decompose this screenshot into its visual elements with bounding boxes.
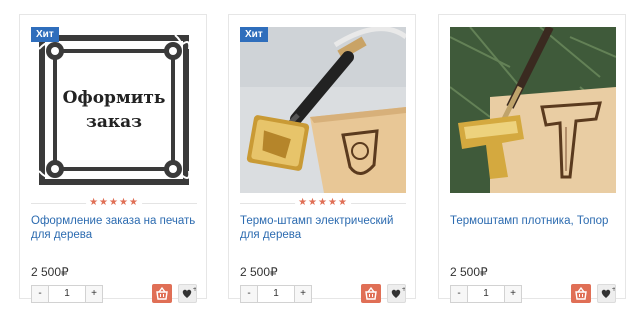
heart-icon: + (601, 286, 616, 298)
product-image[interactable]: Оформить заказ (31, 27, 197, 193)
heart-icon: + (391, 286, 406, 298)
qty-input[interactable]: 1 (257, 286, 295, 302)
qty-input[interactable]: 1 (467, 286, 505, 302)
svg-text:+: + (612, 286, 616, 293)
product-title-link[interactable]: Термоштамп плотника, Топор (450, 214, 620, 228)
product-card: Оформить заказ Хит ★★★★★ Оформление зака… (19, 14, 207, 303)
svg-text:+: + (402, 286, 406, 293)
qty-minus-button[interactable]: - (32, 286, 48, 302)
basket-icon (156, 286, 168, 300)
product-price: 2 500₽ (240, 265, 278, 279)
product-price: 2 500₽ (450, 265, 488, 279)
product-card: Термоштамп плотника, Топор 2 500₽ - 1 + … (438, 14, 626, 303)
image-text-line2: заказ (86, 112, 142, 132)
add-to-wishlist-button[interactable]: + (597, 284, 616, 303)
add-to-wishlist-button[interactable]: + (178, 284, 197, 303)
qty-plus-button[interactable]: + (295, 286, 311, 302)
basket-icon (575, 286, 587, 300)
rating-row: ★★★★★ (31, 197, 197, 209)
qty-minus-button[interactable]: - (451, 286, 467, 302)
hit-badge: Хит (31, 27, 59, 42)
quantity-stepper: - 1 + (450, 285, 522, 303)
basket-icon (365, 286, 377, 300)
add-to-cart-button[interactable] (571, 284, 591, 303)
rating-stars: ★★★★★ (295, 197, 351, 209)
quantity-stepper: - 1 + (31, 285, 103, 303)
svg-text:+: + (193, 286, 197, 293)
qty-plus-button[interactable]: + (505, 286, 521, 302)
heart-icon: + (182, 286, 197, 298)
rating-row: ★★★★★ (240, 197, 406, 209)
product-image[interactable] (240, 27, 406, 193)
rating-stars: ★★★★★ (86, 197, 142, 209)
qty-plus-button[interactable]: + (86, 286, 102, 302)
qty-input[interactable]: 1 (48, 286, 86, 302)
product-price: 2 500₽ (31, 265, 69, 279)
quantity-stepper: - 1 + (240, 285, 312, 303)
add-to-cart-button[interactable] (152, 284, 172, 303)
qty-minus-button[interactable]: - (241, 286, 257, 302)
image-text-line1: Оформить (63, 88, 166, 108)
product-title-link[interactable]: Термо-штамп электрический для дерева (240, 214, 410, 242)
hit-badge: Хит (240, 27, 268, 42)
product-title-link[interactable]: Оформление заказа на печать для дерева (31, 214, 201, 242)
product-card: Хит ★★★★★ Термо-штамп электрический для … (228, 14, 416, 303)
add-to-wishlist-button[interactable]: + (387, 284, 406, 303)
product-image[interactable] (450, 27, 616, 193)
add-to-cart-button[interactable] (361, 284, 381, 303)
